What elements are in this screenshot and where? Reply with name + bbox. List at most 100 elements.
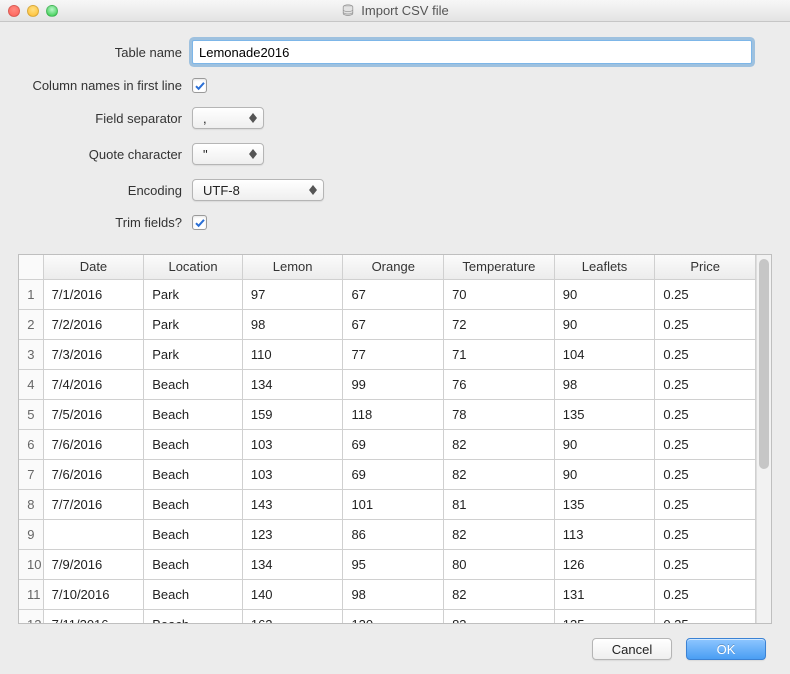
- table-cell[interactable]: 69: [343, 429, 444, 459]
- table-cell[interactable]: 118: [343, 399, 444, 429]
- scrollbar-thumb[interactable]: [759, 259, 769, 469]
- table-cell[interactable]: 0.25: [655, 279, 756, 309]
- table-cell[interactable]: 0.25: [655, 579, 756, 609]
- table-row[interactable]: 17/1/2016Park976770900.25: [19, 279, 756, 309]
- table-cell[interactable]: 113: [554, 519, 655, 549]
- table-cell[interactable]: 7/11/2016: [43, 609, 144, 623]
- table-row[interactable]: 77/6/2016Beach1036982900.25: [19, 459, 756, 489]
- table-cell[interactable]: Beach: [144, 609, 243, 623]
- table-cell[interactable]: Beach: [144, 549, 243, 579]
- table-cell[interactable]: 0.25: [655, 609, 756, 623]
- table-cell[interactable]: 7/10/2016: [43, 579, 144, 609]
- table-cell[interactable]: 131: [554, 579, 655, 609]
- column-names-first-line-checkbox[interactable]: [192, 78, 207, 93]
- column-header[interactable]: Orange: [343, 255, 444, 279]
- table-cell[interactable]: 90: [554, 459, 655, 489]
- table-cell[interactable]: 135: [554, 489, 655, 519]
- table-cell[interactable]: 67: [343, 309, 444, 339]
- table-row[interactable]: 37/3/2016Park11077711040.25: [19, 339, 756, 369]
- table-cell[interactable]: 103: [242, 429, 343, 459]
- table-cell[interactable]: 77: [343, 339, 444, 369]
- table-cell[interactable]: Beach: [144, 519, 243, 549]
- table-row[interactable]: 57/5/2016Beach159118781350.25: [19, 399, 756, 429]
- table-row[interactable]: 67/6/2016Beach1036982900.25: [19, 429, 756, 459]
- table-cell[interactable]: 134: [242, 549, 343, 579]
- table-cell[interactable]: 162: [242, 609, 343, 623]
- table-cell[interactable]: 82: [444, 519, 555, 549]
- table-cell[interactable]: 90: [554, 279, 655, 309]
- table-cell[interactable]: 97: [242, 279, 343, 309]
- table-cell[interactable]: 7/7/2016: [43, 489, 144, 519]
- table-row[interactable]: 9Beach12386821130.25: [19, 519, 756, 549]
- table-cell[interactable]: 0.25: [655, 459, 756, 489]
- table-cell[interactable]: 0.25: [655, 309, 756, 339]
- table-cell[interactable]: 80: [444, 549, 555, 579]
- table-cell[interactable]: Park: [144, 309, 243, 339]
- table-cell[interactable]: 0.25: [655, 339, 756, 369]
- cancel-button[interactable]: Cancel: [592, 638, 672, 660]
- table-cell[interactable]: 72: [444, 309, 555, 339]
- minimize-window-icon[interactable]: [27, 5, 39, 17]
- table-cell[interactable]: 110: [242, 339, 343, 369]
- table-cell[interactable]: Park: [144, 339, 243, 369]
- table-name-input[interactable]: [192, 40, 752, 64]
- table-cell[interactable]: 123: [242, 519, 343, 549]
- table-cell[interactable]: 143: [242, 489, 343, 519]
- table-cell[interactable]: 86: [343, 519, 444, 549]
- close-window-icon[interactable]: [8, 5, 20, 17]
- table-cell[interactable]: Beach: [144, 579, 243, 609]
- table-row[interactable]: 117/10/2016Beach14098821310.25: [19, 579, 756, 609]
- table-cell[interactable]: 81: [444, 489, 555, 519]
- table-cell[interactable]: 70: [444, 279, 555, 309]
- zoom-window-icon[interactable]: [46, 5, 58, 17]
- table-row[interactable]: 107/9/2016Beach13495801260.25: [19, 549, 756, 579]
- table-cell[interactable]: 104: [554, 339, 655, 369]
- table-row[interactable]: 127/11/2016Beach162120831350.25: [19, 609, 756, 623]
- table-cell[interactable]: 0.25: [655, 549, 756, 579]
- table-cell[interactable]: 140: [242, 579, 343, 609]
- table-cell[interactable]: 120: [343, 609, 444, 623]
- table-cell[interactable]: 103: [242, 459, 343, 489]
- table-cell[interactable]: 0.25: [655, 519, 756, 549]
- table-cell[interactable]: 126: [554, 549, 655, 579]
- table-cell[interactable]: 98: [554, 369, 655, 399]
- table-cell[interactable]: 7/9/2016: [43, 549, 144, 579]
- table-row[interactable]: 27/2/2016Park986772900.25: [19, 309, 756, 339]
- table-cell[interactable]: Beach: [144, 399, 243, 429]
- table-row[interactable]: 87/7/2016Beach143101811350.25: [19, 489, 756, 519]
- table-cell[interactable]: 98: [343, 579, 444, 609]
- table-cell[interactable]: 0.25: [655, 489, 756, 519]
- table-cell[interactable]: Beach: [144, 459, 243, 489]
- table-cell[interactable]: 7/3/2016: [43, 339, 144, 369]
- table-cell[interactable]: 82: [444, 459, 555, 489]
- table-cell[interactable]: 78: [444, 399, 555, 429]
- table-cell[interactable]: 69: [343, 459, 444, 489]
- row-number-header[interactable]: [19, 255, 43, 279]
- table-cell[interactable]: Beach: [144, 369, 243, 399]
- table-cell[interactable]: 135: [554, 399, 655, 429]
- column-header[interactable]: Temperature: [444, 255, 555, 279]
- column-header[interactable]: Date: [43, 255, 144, 279]
- table-cell[interactable]: [43, 519, 144, 549]
- table-cell[interactable]: 90: [554, 429, 655, 459]
- ok-button[interactable]: OK: [686, 638, 766, 660]
- table-cell[interactable]: 0.25: [655, 369, 756, 399]
- table-cell[interactable]: Beach: [144, 489, 243, 519]
- table-cell[interactable]: 7/2/2016: [43, 309, 144, 339]
- table-cell[interactable]: 7/6/2016: [43, 429, 144, 459]
- column-header[interactable]: Price: [655, 255, 756, 279]
- field-separator-select[interactable]: ,: [192, 107, 264, 129]
- table-cell[interactable]: 98: [242, 309, 343, 339]
- table-cell[interactable]: 7/6/2016: [43, 459, 144, 489]
- table-cell[interactable]: 101: [343, 489, 444, 519]
- table-cell[interactable]: 76: [444, 369, 555, 399]
- trim-fields-checkbox[interactable]: [192, 215, 207, 230]
- table-cell[interactable]: 95: [343, 549, 444, 579]
- quote-character-select[interactable]: ": [192, 143, 264, 165]
- table-cell[interactable]: 7/5/2016: [43, 399, 144, 429]
- table-cell[interactable]: 90: [554, 309, 655, 339]
- table-cell[interactable]: 7/1/2016: [43, 279, 144, 309]
- table-row[interactable]: 47/4/2016Beach1349976980.25: [19, 369, 756, 399]
- table-cell[interactable]: 67: [343, 279, 444, 309]
- table-cell[interactable]: 7/4/2016: [43, 369, 144, 399]
